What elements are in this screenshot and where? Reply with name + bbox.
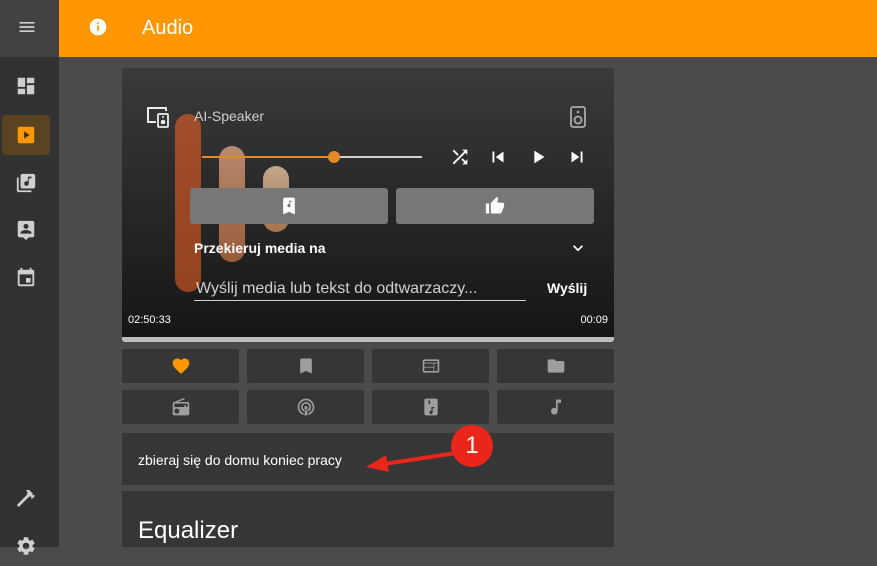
sidebar-item-developer-tools[interactable] [2,478,50,518]
music-note-icon [550,399,561,415]
sidebar-item-calendar[interactable] [2,258,50,298]
time-elapsed: 02:50:33 [128,314,171,326]
time-remaining: 00:09 [580,314,608,326]
tts-message-text: zbieraj się do domu koniec pracy [138,452,342,468]
page-title: Audio [142,17,194,39]
thumb-up-icon [485,196,505,214]
play-icon[interactable] [527,146,549,168]
folder-tile[interactable] [497,349,614,383]
sidebar-item-music-library[interactable] [2,163,50,203]
audiobook-icon [423,398,438,416]
audiobook-tile[interactable] [372,390,489,424]
shuffle-icon[interactable] [449,146,471,168]
media-progress-bar[interactable] [122,337,614,342]
chevron-down-icon[interactable] [568,238,588,258]
sidebar-item-settings[interactable] [2,526,50,566]
sidebar [0,0,59,555]
sidebar-item-dashboard[interactable] [2,66,50,106]
sidebar-top [0,0,59,57]
hammer-icon [16,489,36,507]
radio-icon [172,397,189,416]
like-button[interactable] [396,188,594,224]
cast-select-label[interactable]: Przekieruj media na [194,240,326,256]
favorites-tile[interactable] [122,349,239,383]
equalizer-card: Equalizer [122,491,614,547]
info-icon[interactable] [88,17,108,37]
previous-track-icon[interactable] [487,146,509,168]
sidebar-item-media[interactable] [2,115,50,155]
podcast-tile[interactable] [247,390,364,424]
next-track-icon[interactable] [566,146,588,168]
gear-icon [17,537,35,555]
volume-level [202,156,334,158]
equalizer-title: Equalizer [138,517,239,544]
media-player-icon [17,126,35,144]
browse-tile[interactable] [372,349,489,383]
web-layout-icon [422,359,439,373]
radio-tile[interactable] [122,390,239,424]
cast-device-icon[interactable] [146,106,170,128]
music-tile[interactable] [497,390,614,424]
podcast-icon [297,398,314,416]
calendar-icon [17,267,35,287]
media-player-card: AI-Speaker Przekieruj media na Wyślij 02… [122,68,614,342]
annotation-badge: 1 [451,425,493,467]
person-card-icon [17,220,35,241]
app-header: Audio [59,0,877,57]
bookmarks-tile[interactable] [247,349,364,383]
music-library-icon [16,173,36,193]
volume-slider[interactable] [202,151,422,163]
menu-icon[interactable] [17,17,37,37]
sidebar-item-person[interactable] [2,210,50,250]
send-media-input[interactable] [194,278,526,301]
dashboard-icon [17,77,35,95]
bookmark-button[interactable] [190,188,388,224]
bookmark-icon [299,358,312,374]
send-button[interactable]: Wyślij [547,280,587,296]
folder-icon [547,359,564,373]
player-name: AI-Speaker [194,108,265,124]
music-bookmark-icon [283,197,295,215]
volume-slider-thumb[interactable] [328,151,340,163]
heart-icon [172,358,189,374]
speaker-icon[interactable] [568,106,588,128]
